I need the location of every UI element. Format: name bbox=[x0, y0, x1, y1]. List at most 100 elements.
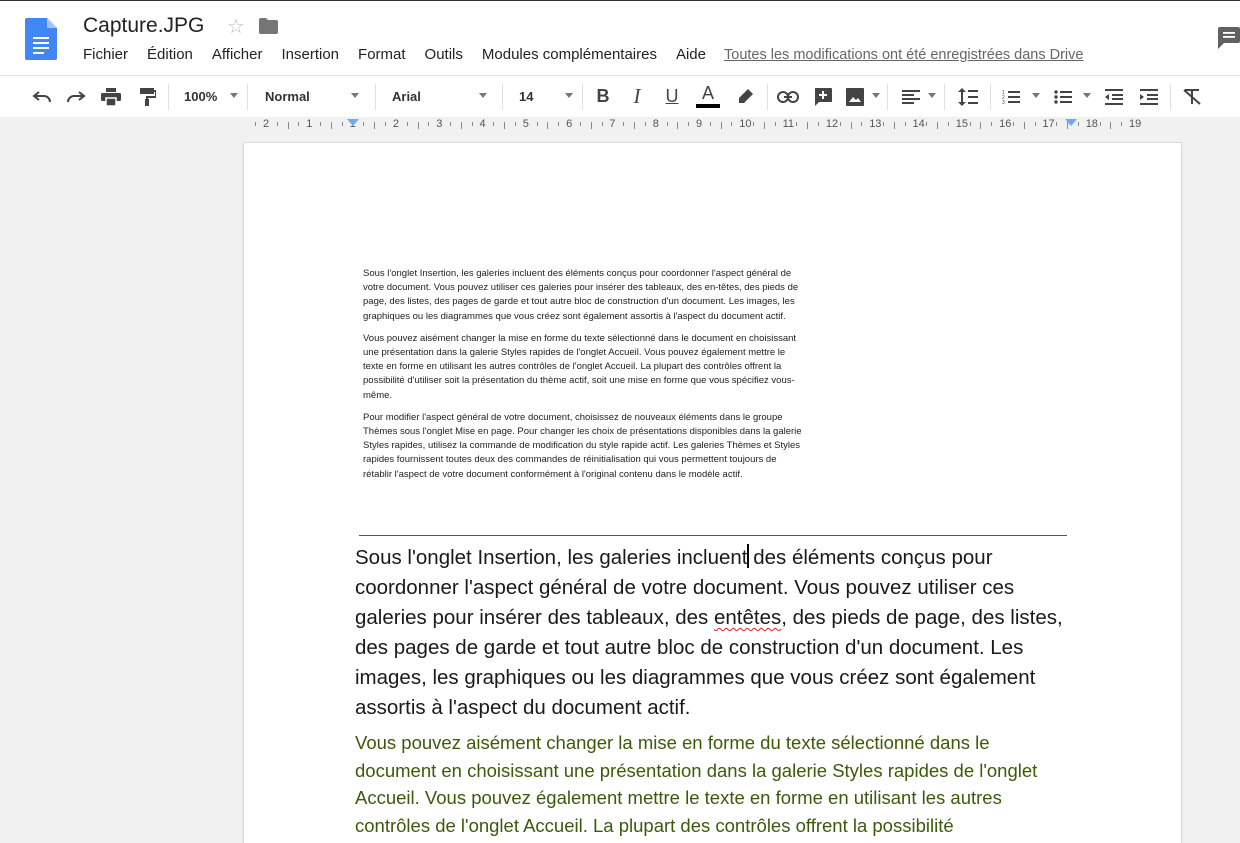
document-page[interactable]: Sous l'onglet Insertion, les galeries in… bbox=[244, 143, 1181, 843]
menu-edition[interactable]: Édition bbox=[147, 46, 193, 66]
menu-afficher[interactable]: Afficher bbox=[212, 46, 263, 66]
ruler-label: 7 bbox=[609, 118, 616, 130]
ruler-tick bbox=[428, 122, 430, 126]
misspelled-word[interactable]: entêtes bbox=[714, 606, 781, 629]
zoom-select[interactable]: 100% bbox=[184, 76, 217, 117]
ruler-label: 13 bbox=[869, 118, 882, 130]
ruler: 2 1 1 2 3 4 5 6 7 8 9 10 11 12 13 14 15 16 17 18 19 bbox=[0, 117, 1240, 134]
ruler-tick bbox=[330, 122, 332, 129]
ruler-label: 8 bbox=[652, 118, 659, 130]
menu-modules[interactable]: Modules complémentaires bbox=[482, 46, 657, 66]
body-paragraph-2[interactable]: Vous pouvez aisément changer la mise en … bbox=[355, 729, 1070, 839]
body-paragraph-1[interactable]: Sous l'onglet Insertion, les galeries in… bbox=[355, 543, 1070, 723]
ruler-tick bbox=[904, 122, 906, 126]
comments-icon[interactable] bbox=[1216, 27, 1240, 49]
ruler-tick bbox=[547, 122, 549, 129]
docs-logo-icon[interactable] bbox=[25, 18, 57, 60]
image-icon[interactable] bbox=[841, 76, 869, 117]
ruler-label: 19 bbox=[1129, 118, 1142, 130]
left-indent-marker-icon[interactable] bbox=[347, 119, 359, 126]
ruler-tick bbox=[1121, 122, 1123, 126]
bulleted-list-icon[interactable] bbox=[1049, 76, 1077, 117]
ruler-label: 5 bbox=[522, 118, 529, 130]
ruler-tick bbox=[493, 122, 495, 126]
paint-format-icon[interactable] bbox=[133, 76, 161, 117]
folder-icon[interactable] bbox=[259, 18, 278, 34]
bulleted-list-caret-icon[interactable] bbox=[1083, 93, 1091, 98]
redo-icon[interactable] bbox=[62, 76, 90, 117]
numbered-list-caret-icon[interactable] bbox=[1032, 93, 1040, 98]
increase-indent-icon[interactable] bbox=[1135, 76, 1163, 117]
clear-formatting-icon[interactable] bbox=[1178, 76, 1206, 117]
ruler-tick bbox=[807, 122, 809, 129]
ruler-label: 18 bbox=[1085, 118, 1098, 130]
italic-button[interactable]: I bbox=[624, 76, 650, 117]
print-icon[interactable] bbox=[97, 76, 125, 117]
ruler-label: 15 bbox=[955, 118, 969, 130]
ruler-tick bbox=[514, 122, 516, 126]
bold-button[interactable]: B bbox=[590, 76, 616, 117]
ruler-tick bbox=[255, 122, 257, 126]
numbered-list-icon[interactable]: 123 bbox=[997, 76, 1025, 117]
zoom-caret-icon[interactable] bbox=[230, 93, 238, 98]
ruler-label: 17 bbox=[1042, 118, 1055, 130]
ruler-tick bbox=[839, 122, 841, 126]
ruler-tick bbox=[385, 122, 387, 126]
ruler-tick bbox=[634, 122, 636, 129]
horizontal-rule bbox=[359, 535, 1067, 536]
ruler-tick bbox=[753, 122, 755, 126]
ruler-label: 1 bbox=[306, 118, 313, 130]
highlight-icon[interactable] bbox=[731, 76, 759, 117]
right-indent-marker-icon[interactable] bbox=[1065, 119, 1077, 126]
style-caret-icon[interactable] bbox=[351, 93, 359, 98]
ruler-tick bbox=[341, 122, 343, 126]
ruler-tick bbox=[287, 122, 289, 129]
image-caret-icon[interactable] bbox=[872, 93, 880, 98]
ruler-tick bbox=[818, 122, 820, 126]
add-comment-icon[interactable] bbox=[809, 76, 837, 117]
ruler-tick bbox=[363, 122, 365, 126]
style-select[interactable]: Normal bbox=[265, 76, 310, 117]
font-caret-icon[interactable] bbox=[479, 93, 487, 98]
underline-button[interactable]: U bbox=[659, 76, 685, 117]
ruler-tick bbox=[1023, 122, 1025, 129]
menu-insertion[interactable]: Insertion bbox=[281, 46, 339, 66]
document-title[interactable]: Capture.JPG bbox=[83, 14, 204, 38]
ruler-label: 16 bbox=[999, 118, 1012, 130]
font-select[interactable]: Arial bbox=[392, 76, 421, 117]
save-status-link[interactable]: Toutes les modifications ont été enregis… bbox=[724, 47, 1083, 63]
ruler-tick bbox=[536, 122, 538, 126]
font-size-select[interactable]: 14 bbox=[519, 76, 533, 117]
ruler-tick bbox=[796, 122, 798, 126]
undo-icon[interactable] bbox=[28, 76, 56, 117]
menu-aide[interactable]: Aide bbox=[676, 46, 706, 66]
small-paragraph: Vous pouvez aisément changer la mise en … bbox=[363, 332, 797, 401]
ruler-tick bbox=[991, 122, 993, 126]
ruler-tick bbox=[763, 122, 765, 129]
menu-format[interactable]: Format bbox=[358, 46, 406, 66]
ruler-tick bbox=[460, 122, 462, 129]
font-size-caret-icon[interactable] bbox=[565, 93, 573, 98]
ruler-tick bbox=[417, 122, 419, 129]
ruler-tick bbox=[709, 122, 711, 126]
menu-outils[interactable]: Outils bbox=[425, 46, 463, 66]
align-left-icon[interactable] bbox=[897, 76, 925, 117]
line-spacing-icon[interactable] bbox=[954, 76, 982, 117]
underline-label: U bbox=[665, 86, 679, 106]
star-icon[interactable]: ☆ bbox=[227, 14, 245, 39]
ruler-label: 12 bbox=[825, 118, 839, 130]
ruler-tick bbox=[601, 122, 603, 126]
italic-label: I bbox=[633, 84, 641, 108]
decrease-indent-icon[interactable] bbox=[1100, 76, 1128, 117]
ruler-tick bbox=[298, 122, 300, 126]
menu-fichier[interactable]: Fichier bbox=[83, 46, 128, 66]
ruler-tick bbox=[969, 122, 971, 126]
ruler-tick bbox=[774, 122, 776, 126]
ruler-strip[interactable]: 2 1 1 2 3 4 5 6 7 8 9 10 11 12 13 14 15 16 17 18 19 bbox=[245, 117, 1182, 134]
text-color-button[interactable]: A bbox=[694, 76, 722, 117]
ruler-tick bbox=[1077, 122, 1079, 126]
align-caret-icon[interactable] bbox=[928, 93, 936, 98]
ruler-tick bbox=[937, 122, 939, 129]
app-header: Capture.JPG ☆ Fichier Édition Afficher I… bbox=[0, 0, 1240, 76]
link-icon[interactable] bbox=[774, 76, 802, 117]
